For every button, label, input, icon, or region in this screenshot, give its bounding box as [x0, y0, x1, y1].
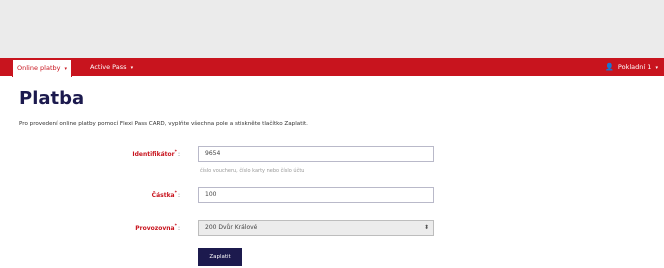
nav-online-payments[interactable]: Online platby ▾	[12, 59, 73, 77]
page-title: Platba	[19, 88, 85, 109]
pay-button[interactable]: Zaplatit	[198, 248, 242, 266]
nav-user-label: Pokladní 1	[617, 63, 652, 71]
venue-selected-value: 200 Dvůr Králové	[205, 224, 258, 231]
venue-label: Provozovna*:	[135, 224, 180, 232]
chevron-down-icon: ▾	[130, 65, 134, 71]
nav-user-menu[interactable]: 👤 Pokladní 1 ▾	[605, 58, 658, 76]
identifier-input[interactable]: 9654	[198, 146, 434, 162]
required-marker: *	[174, 150, 177, 155]
user-icon: 👤	[605, 63, 614, 71]
label-colon: :	[177, 192, 180, 199]
venue-select[interactable]: 200 Dvůr Králové ⬍	[198, 220, 434, 236]
top-navbar: Online platby ▾ Active Pass ▾ 👤 Pokladní…	[0, 58, 664, 77]
chevron-down-icon: ▾	[64, 66, 68, 72]
select-arrows-icon: ⬍	[423, 224, 429, 231]
identifier-label-text: Identifikátor	[132, 151, 175, 158]
label-colon: :	[177, 151, 180, 158]
identifier-label: Identifikátor*:	[132, 150, 180, 158]
chevron-down-icon: ▾	[655, 65, 658, 71]
intro-text: Pro provedení online platby pomocí Flexi…	[19, 121, 308, 127]
nav-online-payments-label: Online platby	[17, 64, 61, 72]
identifier-help-text: číslo voucheru, číslo karty nebo číslo ú…	[200, 168, 305, 174]
amount-label-text: Částka	[151, 192, 175, 199]
label-colon: :	[177, 225, 180, 232]
amount-label: Částka*:	[152, 191, 180, 199]
required-marker: *	[174, 224, 177, 229]
nav-active-pass-label: Active Pass	[90, 63, 127, 71]
browser-top-area	[0, 0, 664, 58]
nav-active-pass[interactable]: Active Pass ▾	[90, 58, 133, 76]
required-marker: *	[174, 191, 177, 196]
venue-label-text: Provozovna	[135, 225, 175, 232]
amount-input[interactable]: 100	[198, 187, 434, 203]
identifier-value: 9654	[205, 150, 221, 157]
amount-value: 100	[205, 191, 217, 198]
